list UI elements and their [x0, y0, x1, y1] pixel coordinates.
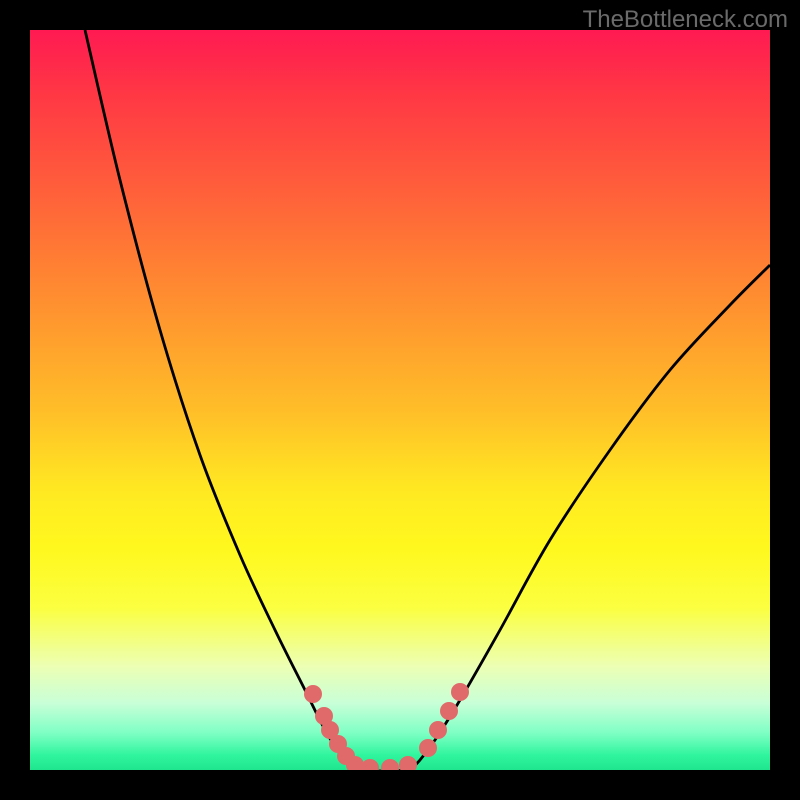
data-marker	[361, 759, 379, 770]
data-marker	[381, 759, 399, 770]
curve-left-curve	[85, 30, 355, 770]
data-marker	[304, 685, 322, 703]
watermark-text: TheBottleneck.com	[583, 6, 788, 34]
data-marker	[419, 739, 437, 757]
data-marker	[399, 756, 417, 770]
plot-area	[30, 30, 770, 770]
chart-frame: TheBottleneck.com	[0, 0, 800, 800]
data-marker	[451, 683, 469, 701]
chart-svg	[30, 30, 770, 770]
data-marker	[429, 721, 447, 739]
data-marker	[440, 702, 458, 720]
curve-layer	[85, 30, 770, 770]
marker-layer	[304, 683, 469, 770]
